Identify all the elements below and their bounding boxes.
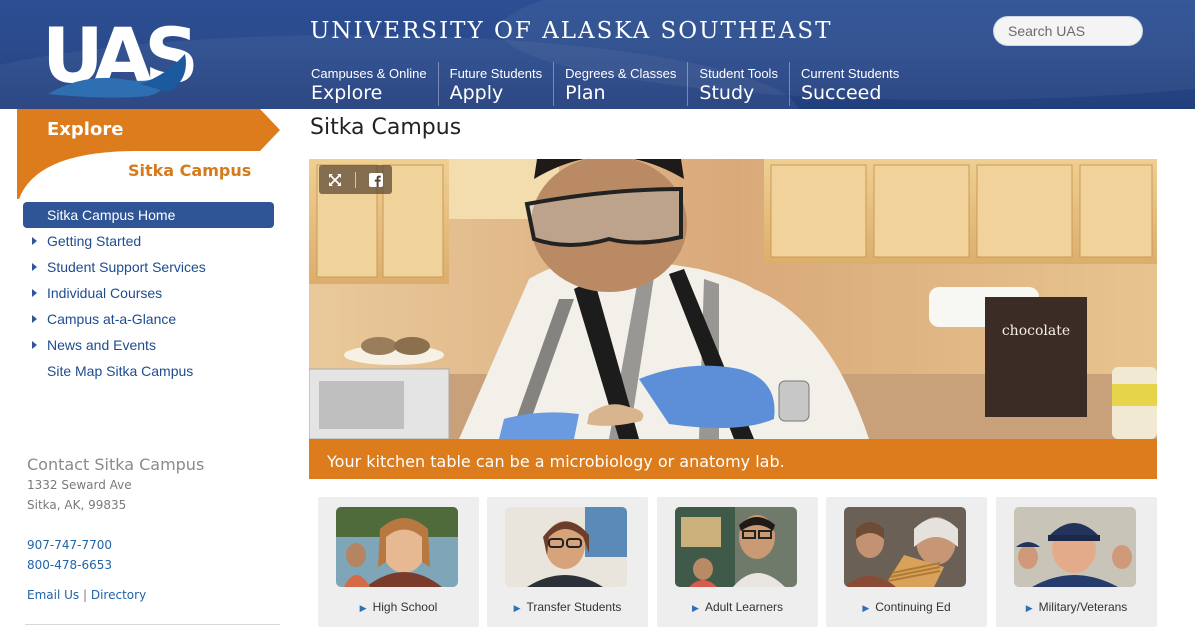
fullscreen-icon-glyph (328, 173, 341, 186)
caret-right-icon (32, 289, 37, 297)
caret-right-icon (32, 263, 37, 271)
hero-photo-illustration: chocolate (309, 159, 1157, 439)
card-high-school[interactable]: ▶ High School (318, 497, 479, 627)
nav-explore-label: Explore (311, 82, 383, 104)
nav-explore[interactable]: Campuses & Online Explore (300, 62, 439, 106)
nav-study-label: Study (699, 82, 755, 104)
section-label[interactable]: Explore (47, 119, 123, 140)
search-input[interactable] (993, 16, 1143, 46)
section-subtitle[interactable]: Sitka Campus (128, 161, 251, 180)
site-title[interactable]: UNIVERSITY OF ALASKA SOUTHEAST (310, 18, 832, 44)
card-label-text: Continuing Ed (875, 600, 951, 614)
nav-succeed-subtitle: Current Students (800, 66, 900, 81)
card-label: ▶ Military/Veterans (996, 600, 1157, 614)
card-thumbnail (844, 507, 966, 587)
card-adult-learners[interactable]: ▶ Adult Learners (657, 497, 818, 627)
sidebar-item-news-and-events[interactable]: News and Events (23, 332, 274, 358)
nav-succeed-label: Succeed (800, 82, 882, 104)
link-separator: | (82, 588, 88, 602)
play-arrow-icon: ▶ (692, 603, 699, 613)
hero-toolbar (319, 165, 392, 194)
sidebar-item-label: Student Support Services (47, 259, 206, 275)
nav-apply[interactable]: Future Students Apply (439, 62, 555, 106)
nav-succeed[interactable]: Current Students Succeed (790, 62, 910, 106)
sidebar-item-getting-started[interactable]: Getting Started (23, 228, 274, 254)
toolbar-divider (354, 171, 356, 188)
email-us-link[interactable]: Email Us (27, 588, 79, 602)
play-arrow-icon: ▶ (513, 603, 521, 613)
audience-cards: ▶ High School ▶ Transfer Students ▶ Adul… (318, 497, 1158, 627)
caret-right-icon (32, 315, 37, 323)
contact-phone-1[interactable]: 907-747-7700 (27, 538, 112, 552)
site-header: UAS UNIVERSITY OF ALASKA SOUTHEAST Campu… (0, 0, 1195, 109)
facebook-icon-glyph (369, 172, 384, 187)
facebook-icon[interactable] (365, 169, 387, 191)
sidebar-nav: Sitka Campus Home Getting Started Studen… (23, 202, 274, 384)
card-thumbnail (336, 507, 458, 587)
uas-logo[interactable]: UAS (40, 10, 210, 98)
sidebar-item-label: Individual Courses (47, 285, 163, 301)
sidebar-divider (25, 624, 280, 625)
contact-address-line1: 1332 Seward Ave (27, 478, 132, 492)
sidebar-item-label: News and Events (47, 337, 156, 353)
card-label: ▶ Transfer Students (487, 600, 648, 614)
top-navigation: Campuses & Online Explore Future Student… (300, 62, 910, 106)
directory-link[interactable]: Directory (91, 588, 146, 602)
card-label: ▶ Adult Learners (657, 600, 818, 614)
caret-right-icon (32, 341, 37, 349)
play-arrow-icon: ▶ (1025, 603, 1033, 613)
sidebar-item-label: Sitka Campus Home (47, 207, 176, 223)
contact-address-line2: Sitka, AK, 99835 (27, 498, 127, 512)
nav-study[interactable]: Student Tools Study (688, 62, 790, 106)
card-label-text: Adult Learners (704, 600, 783, 614)
nav-apply-subtitle: Future Students (449, 66, 543, 81)
play-arrow-icon: ▶ (862, 603, 870, 613)
card-thumbnail (675, 507, 797, 587)
hero-caption: Your kitchen table can be a microbiology… (309, 439, 1157, 479)
sidebar-item-sitka-campus-home[interactable]: Sitka Campus Home (23, 202, 274, 228)
chocolate-sign-text: chocolate (1002, 323, 1070, 339)
nav-plan-subtitle: Degrees & Classes (565, 66, 677, 81)
card-transfer-students[interactable]: ▶ Transfer Students (487, 497, 648, 627)
nav-plan-label: Plan (565, 82, 606, 104)
card-label: ▶ Continuing Ed (826, 600, 987, 614)
contact-phone-2[interactable]: 800-478-6653 (27, 558, 112, 572)
play-arrow-icon: ▶ (359, 603, 367, 613)
card-continuing-ed[interactable]: ▶ Continuing Ed (826, 497, 987, 627)
nav-explore-subtitle: Campuses & Online (311, 66, 427, 81)
contact-title: Contact Sitka Campus (27, 455, 205, 474)
card-label-text: Transfer Students (526, 600, 622, 614)
card-label-text: Military/Veterans (1038, 600, 1128, 614)
card-thumbnail (505, 507, 627, 587)
card-military-veterans[interactable]: ▶ Military/Veterans (996, 497, 1157, 627)
hero-image: chocolate (309, 159, 1157, 439)
sidebar-item-label: Getting Started (47, 233, 142, 249)
sidebar-item-individual-courses[interactable]: Individual Courses (23, 280, 274, 306)
page-title: Sitka Campus (310, 115, 462, 140)
nav-study-subtitle: Student Tools (699, 66, 778, 81)
caret-right-icon (32, 237, 37, 245)
sidebar-item-campus-at-a-glance[interactable]: Campus at-a-Glance (23, 306, 274, 332)
card-label: ▶ High School (318, 600, 479, 614)
card-label-text: High School (372, 600, 438, 614)
sidebar-item-site-map[interactable]: Site Map Sitka Campus (23, 358, 274, 384)
card-thumbnail (1014, 507, 1136, 587)
nav-plan[interactable]: Degrees & Classes Plan (554, 62, 689, 106)
sidebar-item-label: Campus at-a-Glance (47, 311, 177, 327)
contact-links: Email Us | Directory (27, 588, 146, 602)
fullscreen-icon[interactable] (324, 169, 346, 191)
sidebar-item-student-support-services[interactable]: Student Support Services (23, 254, 274, 280)
nav-apply-label: Apply (449, 82, 504, 104)
sidebar-item-label: Site Map Sitka Campus (47, 363, 194, 379)
